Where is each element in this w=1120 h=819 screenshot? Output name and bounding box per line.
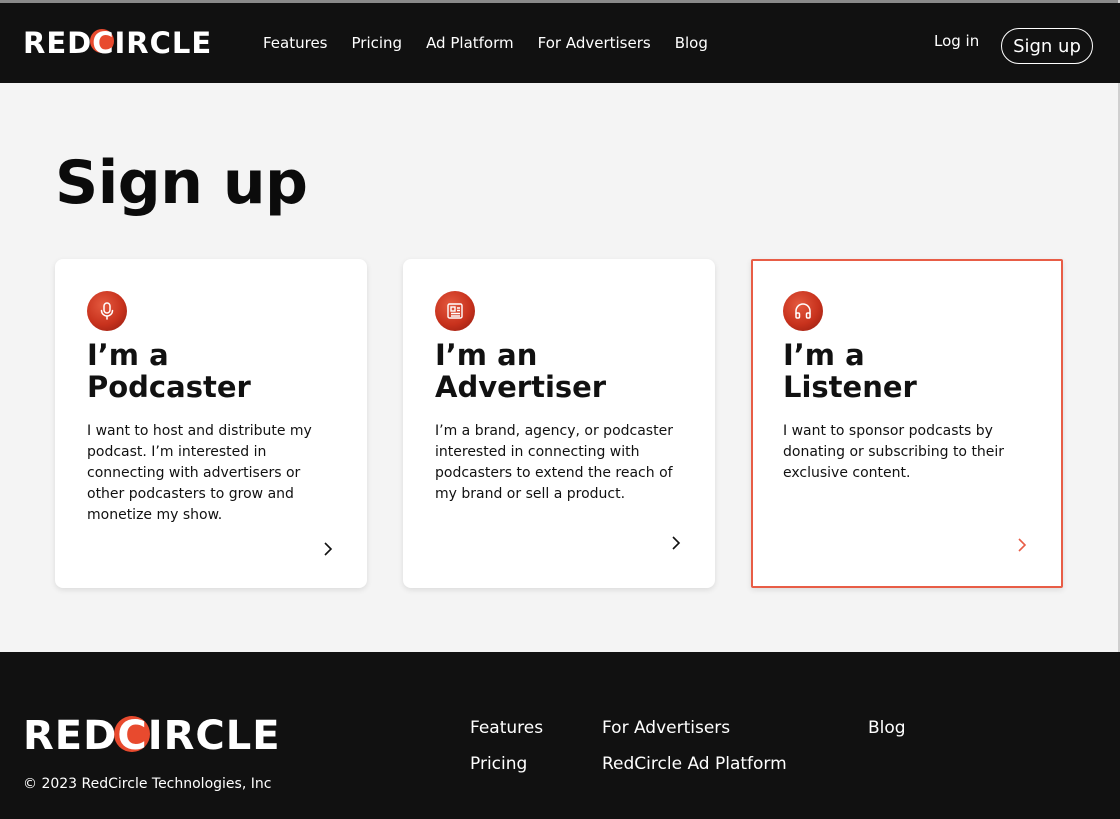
logo-text-right: IRCLE — [114, 26, 213, 60]
footer-link-for-advertisers[interactable]: For Advertisers — [602, 718, 730, 738]
site-footer: RED C IRCLE © 2023 RedCircle Technologie… — [0, 652, 1120, 819]
nav-features[interactable]: Features — [263, 34, 328, 52]
redcircle-logo[interactable]: RED C IRCLE — [23, 713, 281, 759]
advertiser-card[interactable]: I’m an Advertiser I’m a brand, agency, o… — [403, 259, 715, 588]
card-description: I want to sponsor podcasts by donating o… — [783, 423, 1005, 481]
footer-link-pricing[interactable]: Pricing — [470, 754, 527, 774]
page-title: Sign up — [55, 148, 308, 218]
redcircle-logo[interactable]: RED C IRCLE — [23, 23, 212, 63]
card-title: I’m an Advertiser — [435, 338, 607, 404]
chevron-right-icon[interactable] — [323, 539, 333, 559]
copyright-text: © 2023 RedCircle Technologies, Inc — [23, 776, 272, 792]
footer-link-ad-platform[interactable]: RedCircle Ad Platform — [602, 754, 787, 774]
logo-text-right: IRCLE — [147, 713, 281, 759]
logo-circle-letter: C — [90, 26, 115, 60]
nav-for-advertisers[interactable]: For Advertisers — [538, 34, 651, 52]
logo-text-left: RED — [23, 713, 118, 759]
podcaster-card[interactable]: I’m a Podcaster I want to host and distr… — [55, 259, 367, 588]
logo-text-left: RED — [23, 26, 93, 60]
footer-link-features[interactable]: Features — [470, 718, 543, 738]
login-link[interactable]: Log in — [934, 32, 979, 50]
main-nav: Features Pricing Ad Platform For Adverti… — [263, 3, 708, 83]
chevron-right-icon[interactable] — [1017, 535, 1027, 555]
microphone-icon — [87, 291, 127, 331]
nav-blog[interactable]: Blog — [675, 34, 708, 52]
nav-ad-platform[interactable]: Ad Platform — [426, 34, 514, 52]
signup-button[interactable]: Sign up — [1001, 28, 1093, 64]
logo-circle-letter: C — [114, 713, 151, 759]
card-description: I want to host and distribute my podcast… — [87, 423, 312, 523]
card-title: I’m a Podcaster — [87, 338, 251, 404]
headphones-icon — [783, 291, 823, 331]
newspaper-icon — [435, 291, 475, 331]
card-title: I’m a Listener — [783, 338, 917, 404]
listener-card[interactable]: I’m a Listener I want to sponsor podcast… — [751, 259, 1063, 588]
footer-link-blog[interactable]: Blog — [868, 718, 906, 738]
site-header: RED C IRCLE Features Pricing Ad Platform… — [0, 3, 1120, 83]
card-description: I’m a brand, agency, or podcaster intere… — [435, 423, 673, 502]
chevron-right-icon[interactable] — [671, 533, 681, 553]
nav-pricing[interactable]: Pricing — [352, 34, 403, 52]
